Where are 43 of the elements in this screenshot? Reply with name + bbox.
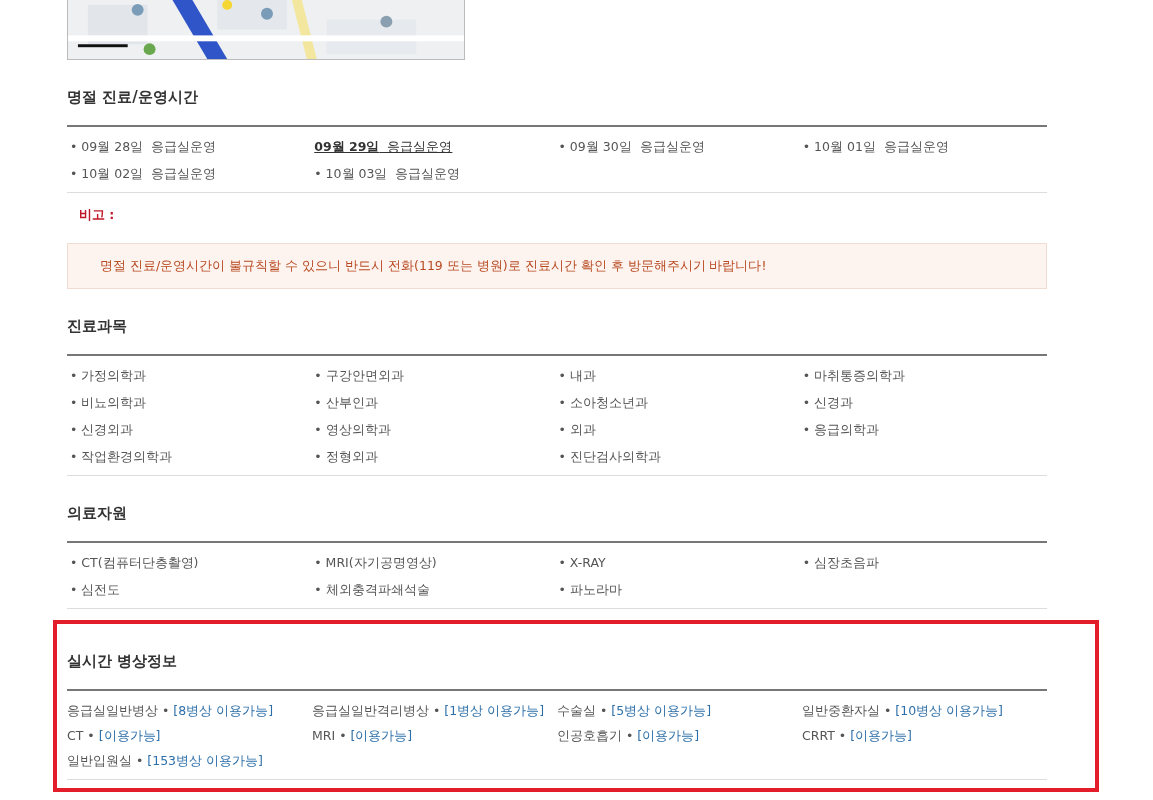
bed-info: CRRT • [이용가능] xyxy=(802,727,913,745)
bed-info: MRI • [이용가능] xyxy=(312,727,414,745)
bed-info: 응급실일반격리병상 • [1병상 이용가능] xyxy=(312,702,545,720)
department-item: • 정형외과 xyxy=(314,448,379,466)
department-item: • 응급의학과 xyxy=(802,421,881,439)
department-item: • 산부인과 xyxy=(314,394,379,412)
date-link[interactable]: • 09월 28일 응급실운영 xyxy=(70,137,315,157)
bed-info: 인공호흡기 • [이용가능] xyxy=(557,727,701,745)
section-title: 의료자원 xyxy=(67,503,128,524)
resource-item: • 심전도 xyxy=(70,581,122,599)
department-item: • 신경외과 xyxy=(70,421,135,439)
date-link[interactable]: • 10월 01일 응급실운영 xyxy=(802,137,1047,157)
resource-item: • 심장초음파 xyxy=(802,554,881,572)
date-link[interactable]: • 10월 03일 응급실운영 xyxy=(314,164,559,184)
department-item: • 구강안면외과 xyxy=(314,367,405,385)
department-item: • 신경과 xyxy=(802,394,855,412)
resource-item: • X-RAY xyxy=(558,554,607,572)
date-link[interactable]: 09월 29일 응급실운영 xyxy=(314,137,559,157)
resource-item: • 파노라마 xyxy=(558,581,623,599)
notice-message: 명절 진료/운영시간이 불규칙할 수 있으니 반드시 전화(119 또는 병원)로 진료시간 확인 후 방문해주시기 바랍니다! xyxy=(67,243,1047,289)
department-item: • 소아청소년과 xyxy=(558,394,649,412)
bed-info: 일반입원실 • [153병상 이용가능] xyxy=(67,752,264,770)
resource-item: • MRI(자기공명영상) xyxy=(314,554,438,572)
remark-label: 비고 : xyxy=(79,206,116,224)
department-item: • 마취통증의학과 xyxy=(802,367,907,385)
section-title: 진료과목 xyxy=(67,316,128,337)
bed-info: 응급실일반병상 • [8병상 이용가능] xyxy=(67,702,274,720)
date-link[interactable]: • 10월 02일 응급실운영 xyxy=(70,164,315,184)
department-item: • 비뇨의학과 xyxy=(70,394,148,412)
department-item: • 내과 xyxy=(558,367,597,385)
department-item: • 진단검사의학과 xyxy=(558,448,662,466)
resource-item: • 체외충격파쇄석술 xyxy=(314,581,431,599)
department-item: • 가정의학과 xyxy=(70,367,148,385)
department-item: • 외과 xyxy=(558,421,597,439)
department-item: • 영상의학과 xyxy=(314,421,392,439)
department-item: • 작업환경의학과 xyxy=(70,448,174,466)
bed-info: 일반중환자실 • [10병상 이용가능] xyxy=(802,702,1004,720)
section-title: 실시간 병상정보 xyxy=(67,651,179,672)
date-link[interactable]: • 09월 30일 응급실운영 xyxy=(558,137,803,157)
section-title: 명절 진료/운영시간 xyxy=(67,87,199,108)
bed-info: 수술실 • [5병상 이용가능] xyxy=(557,702,712,720)
resource-item: • CT(컴퓨터단층촬영) xyxy=(70,554,200,572)
bed-info: CT • [이용가능] xyxy=(67,727,162,745)
